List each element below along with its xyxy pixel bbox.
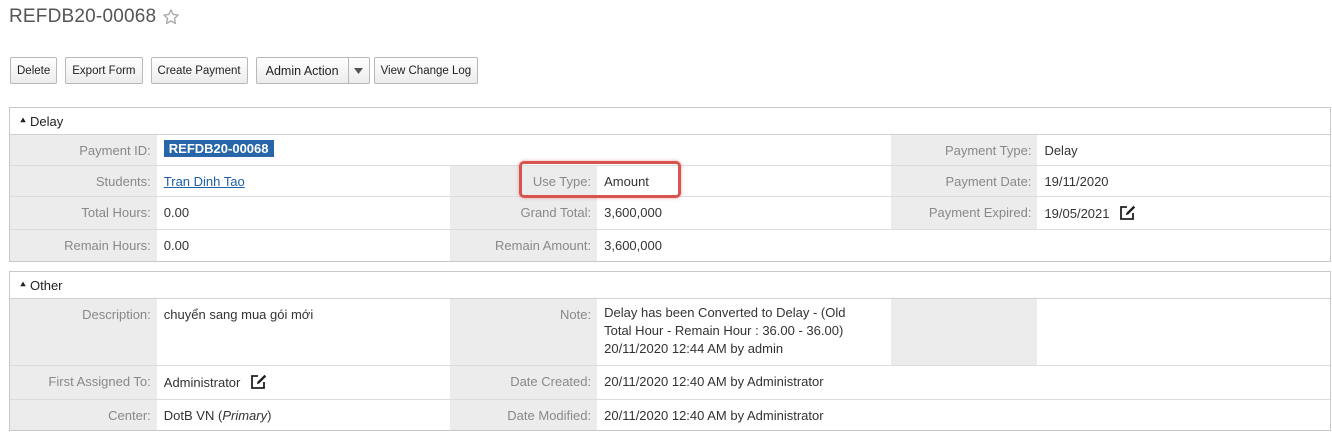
admin-action-dropdown[interactable]: Admin Action: [255, 57, 370, 84]
payment-date-value: 19/11/2020: [1044, 174, 1109, 189]
first-assigned-label: First Assigned To:: [10, 366, 157, 399]
other-heading: Other: [30, 277, 63, 293]
grand-total-label: Grand Total:: [450, 197, 598, 229]
export-form-button[interactable]: Export Form: [65, 57, 143, 84]
center-primary-tag: Primary: [222, 408, 268, 423]
student-link[interactable]: Tran Dinh Tao: [164, 174, 245, 189]
payment-date-label: Payment Date:: [890, 166, 1038, 196]
remain-amount-label: Remain Amount:: [450, 230, 598, 261]
delay-panel: ⯅ Delay Payment ID: REFDB20-00068 Paymen…: [9, 107, 1331, 262]
detail-row: Total Hours: 0.00 Grand Total: 3,600,000…: [10, 197, 1330, 230]
record-header: REFDB20-00068: [9, 6, 180, 28]
payment-expired-value: 19/05/2021: [1044, 206, 1110, 221]
payment-expired-label: Payment Expired:: [890, 197, 1038, 229]
detail-row: Remain Hours: 0.00 Remain Amount: 3,600,…: [10, 230, 1330, 261]
payment-id-label: Payment ID:: [10, 135, 157, 165]
other-panel: ⯅ Other Description: chuyển sang mua gói…: [9, 271, 1331, 431]
record-title: REFDB20-00068: [9, 6, 157, 27]
edit-icon[interactable]: [1119, 205, 1136, 224]
description-value: chuyển sang mua gói mới: [163, 307, 314, 322]
chevron-down-icon[interactable]: [347, 58, 369, 83]
payment-type-value: Delay: [1044, 143, 1078, 158]
action-toolbar: Delete Export Form Create Payment Admin …: [10, 57, 486, 84]
date-created-value: 20/11/2020 12:40 AM by Administrator: [604, 374, 824, 389]
center-label: Center:: [10, 400, 157, 430]
delay-heading: Delay: [30, 113, 64, 129]
detail-row: Center: DotB VN (Primary) Date Modified:…: [10, 400, 1330, 430]
date-modified-label: Date Modified:: [450, 400, 598, 430]
remain-hours-value: 0.00: [163, 238, 190, 253]
description-label: Description:: [10, 299, 157, 365]
detail-row: Payment ID: REFDB20-00068 Payment Type: …: [10, 135, 1330, 166]
collapse-chevron-icon[interactable]: ⯅: [19, 280, 27, 291]
center-value: DotB VN: [163, 408, 215, 423]
total-hours-value: 0.00: [163, 205, 190, 220]
note-value: Delay has been Converted to Delay - (Old…: [604, 305, 846, 356]
create-payment-button[interactable]: Create Payment: [150, 57, 248, 84]
date-created-label: Date Created:: [450, 366, 598, 399]
date-modified-value: 20/11/2020 12:40 AM by Administrator: [604, 408, 824, 423]
favorite-star-icon[interactable]: [162, 8, 180, 26]
remain-amount-value: 3,600,000: [604, 238, 662, 253]
collapse-chevron-icon[interactable]: ⯅: [19, 116, 27, 127]
edit-icon[interactable]: [250, 374, 267, 393]
delay-panel-header[interactable]: ⯅ Delay: [10, 108, 1330, 135]
detail-row: Students: Tran Dinh Tao Use Type: Amount…: [10, 166, 1330, 197]
admin-action-label[interactable]: Admin Action: [257, 58, 348, 83]
payment-type-label: Payment Type:: [890, 135, 1038, 165]
use-type-value: Amount: [604, 174, 649, 189]
total-hours-label: Total Hours:: [10, 197, 157, 229]
grand-total-value: 3,600,000: [604, 205, 662, 220]
note-label: Note:: [450, 299, 598, 365]
first-assigned-value: Administrator: [163, 375, 241, 390]
delete-button[interactable]: Delete: [10, 57, 58, 84]
payment-id-badge: REFDB20-00068: [163, 140, 274, 157]
detail-row: Description: chuyển sang mua gói mới Not…: [10, 299, 1330, 366]
remain-hours-label: Remain Hours:: [10, 230, 157, 261]
detail-row: First Assigned To: Administrator Date Cr…: [10, 366, 1330, 400]
other-panel-header[interactable]: ⯅ Other: [10, 272, 1330, 299]
view-change-log-button[interactable]: View Change Log: [373, 57, 479, 84]
students-label: Students:: [10, 166, 157, 196]
use-type-label: Use Type:: [450, 166, 598, 196]
